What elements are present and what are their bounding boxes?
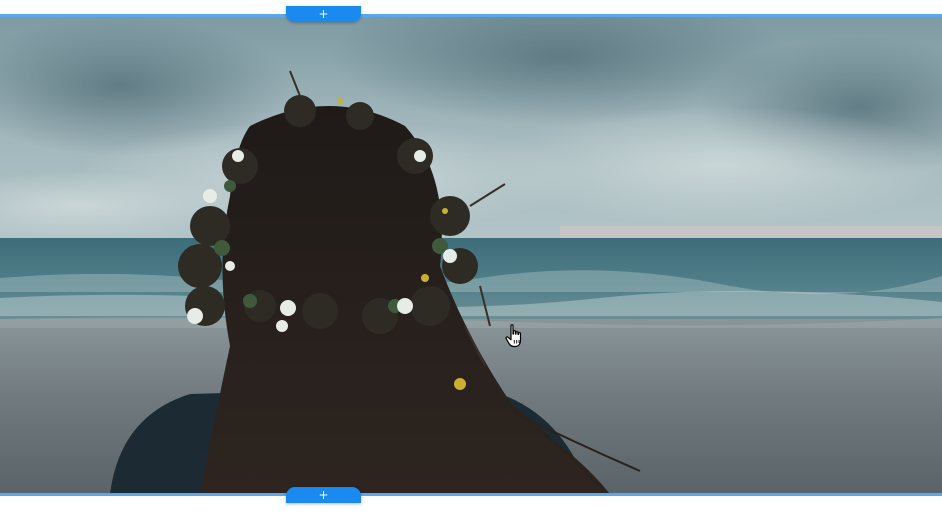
add-section-below-button[interactable]: + [286,487,361,503]
hand-pointer-icon [504,323,526,349]
editor-canvas: + + [0,0,942,522]
section-top-border [0,14,942,17]
image-section[interactable] [0,16,942,494]
plus-icon: + [318,488,329,502]
add-section-above-button[interactable]: + [286,6,361,22]
plus-icon: + [318,7,329,21]
beach-photo [0,16,942,494]
section-bottom-border [0,493,942,496]
